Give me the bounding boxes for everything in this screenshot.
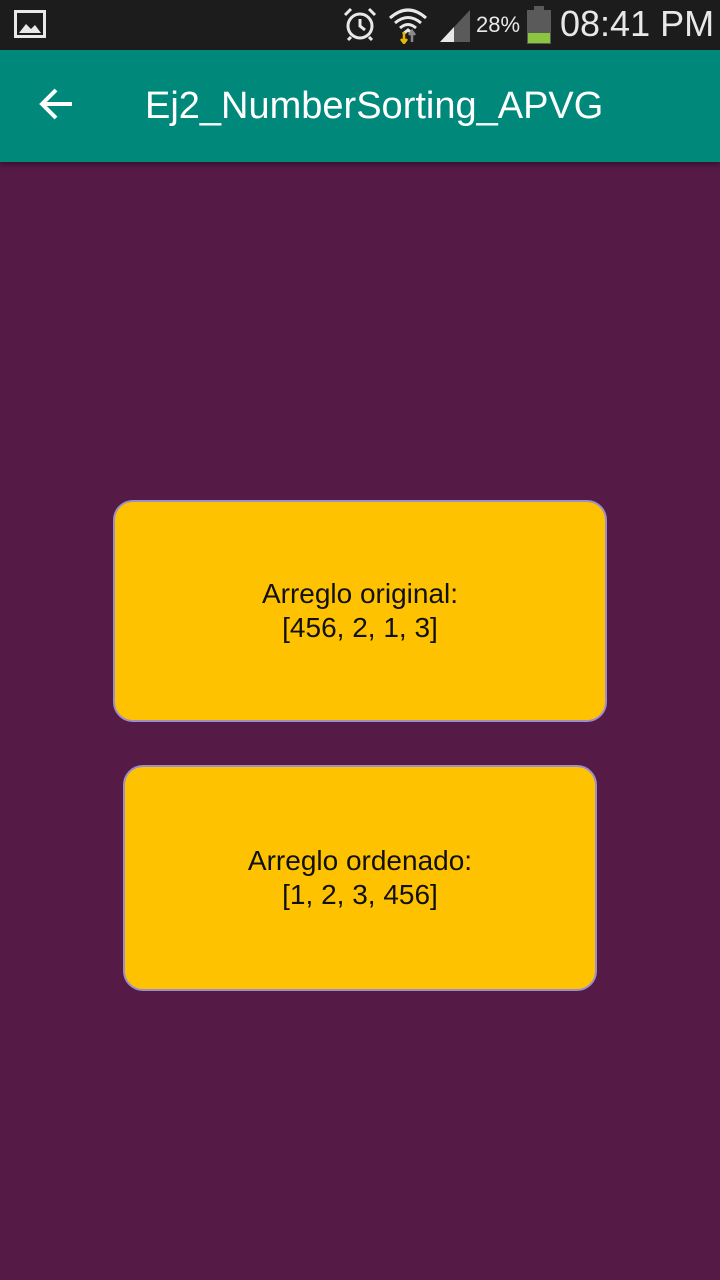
signal-icon bbox=[438, 8, 472, 42]
status-clock: 08:41 PM bbox=[560, 3, 715, 44]
back-button[interactable] bbox=[26, 78, 86, 134]
sorted-array-value: [1, 2, 3, 456] bbox=[282, 879, 438, 910]
screen: 28% 08:41 PM Ej2_NumberSorting_APVG Arre… bbox=[0, 0, 720, 1280]
battery-percent: 28% bbox=[476, 12, 521, 37]
sorted-array-label: Arreglo ordenado: bbox=[247, 845, 473, 876]
original-array-label: Arreglo original: bbox=[261, 578, 459, 609]
arrow-back-icon bbox=[38, 87, 74, 126]
app-bar: Ej2_NumberSorting_APVG bbox=[0, 50, 720, 162]
original-array-value: [456, 2, 1, 3] bbox=[282, 612, 438, 643]
battery-icon bbox=[526, 6, 552, 44]
sorted-array-card: Arreglo ordenado: [1, 2, 3, 456] bbox=[123, 765, 597, 991]
app-title: Ej2_NumberSorting_APVG bbox=[145, 85, 604, 127]
gallery-icon bbox=[14, 10, 46, 38]
alarm-icon bbox=[342, 6, 378, 42]
wifi-icon bbox=[388, 6, 428, 46]
original-array-card: Arreglo original: [456, 2, 1, 3] bbox=[113, 500, 607, 722]
status-bar: 28% 08:41 PM bbox=[0, 0, 720, 50]
